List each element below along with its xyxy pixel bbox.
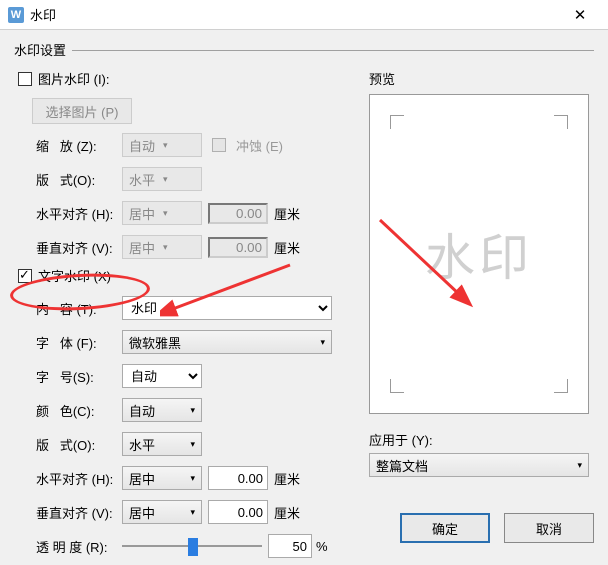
window-title: 水印 bbox=[30, 5, 560, 24]
font-label: 字 体 (F): bbox=[32, 333, 122, 352]
washout-checkbox bbox=[212, 138, 226, 152]
chevron-down-icon: ▾ bbox=[163, 242, 168, 253]
font-select[interactable]: 微软雅黑▾ bbox=[122, 330, 332, 354]
txt-valign-value[interactable] bbox=[208, 500, 268, 524]
preview-box: 水印 bbox=[369, 94, 589, 414]
unit-label: 厘米 bbox=[274, 503, 300, 522]
select-picture-button: 选择图片 (P) bbox=[32, 98, 132, 124]
chevron-down-icon: ▾ bbox=[320, 337, 325, 348]
txt-halign-label: 水平对齐 (H): bbox=[32, 469, 122, 488]
chevron-down-icon: ▾ bbox=[190, 439, 195, 450]
crop-mark-icon bbox=[390, 115, 404, 129]
picture-watermark-label: 图片水印 (I): bbox=[38, 69, 110, 88]
pic-halign-value bbox=[208, 203, 268, 224]
pic-valign-value bbox=[208, 237, 268, 258]
cancel-button[interactable]: 取消 bbox=[504, 513, 594, 543]
slider-thumb[interactable] bbox=[188, 538, 198, 556]
unit-label: 厘米 bbox=[274, 204, 300, 223]
txt-layout-label: 版 式(O): bbox=[32, 435, 122, 454]
txt-halign-value[interactable] bbox=[208, 466, 268, 490]
content-label: 内 容 (T): bbox=[32, 299, 122, 318]
size-label: 字 号(S): bbox=[32, 367, 122, 386]
txt-layout-select[interactable]: 水平▾ bbox=[122, 432, 202, 456]
txt-halign-select[interactable]: 居中▾ bbox=[122, 466, 202, 490]
close-icon[interactable]: ✕ bbox=[560, 6, 600, 24]
chevron-down-icon: ▾ bbox=[577, 460, 582, 471]
text-watermark-label: 文字水印 (X) bbox=[38, 266, 111, 285]
content-select[interactable]: 水印 bbox=[122, 296, 332, 320]
crop-mark-icon bbox=[554, 379, 568, 393]
percent-label: % bbox=[316, 539, 328, 554]
preview-label: 预览 bbox=[369, 69, 594, 88]
preview-watermark-text: 水印 bbox=[425, 218, 533, 290]
unit-label: 厘米 bbox=[274, 238, 300, 257]
pic-halign-select: 居中▾ bbox=[122, 201, 202, 225]
crop-mark-icon bbox=[554, 115, 568, 129]
size-select[interactable]: 自动 bbox=[122, 364, 202, 388]
ok-button[interactable]: 确定 bbox=[400, 513, 490, 543]
chevron-down-icon: ▾ bbox=[190, 473, 195, 484]
settings-group-label: 水印设置 bbox=[14, 40, 594, 59]
picture-watermark-checkbox[interactable] bbox=[18, 72, 32, 86]
chevron-down-icon: ▾ bbox=[163, 140, 168, 151]
color-label: 颜 色(C): bbox=[32, 401, 122, 420]
transparency-value[interactable] bbox=[268, 534, 312, 558]
pic-layout-select: 水平▾ bbox=[122, 167, 202, 191]
app-icon: W bbox=[8, 7, 24, 23]
unit-label: 厘米 bbox=[274, 469, 300, 488]
washout-label: 冲蚀 (E) bbox=[236, 136, 283, 155]
pic-valign-select: 居中▾ bbox=[122, 235, 202, 259]
crop-mark-icon bbox=[390, 379, 404, 393]
txt-valign-label: 垂直对齐 (V): bbox=[32, 503, 122, 522]
chevron-down-icon: ▾ bbox=[190, 405, 195, 416]
pic-halign-label: 水平对齐 (H): bbox=[32, 204, 122, 223]
txt-valign-select[interactable]: 居中▾ bbox=[122, 500, 202, 524]
scale-select: 自动▾ bbox=[122, 133, 202, 157]
chevron-down-icon: ▾ bbox=[190, 507, 195, 518]
chevron-down-icon: ▾ bbox=[163, 208, 168, 219]
text-watermark-checkbox[interactable] bbox=[18, 269, 32, 283]
apply-to-select[interactable]: 整篇文档▾ bbox=[369, 453, 589, 477]
apply-to-label: 应用于 (Y): bbox=[369, 430, 594, 449]
transparency-slider[interactable] bbox=[122, 536, 262, 556]
scale-label: 缩 放 (Z): bbox=[32, 136, 122, 155]
color-select[interactable]: 自动▾ bbox=[122, 398, 202, 422]
pic-valign-label: 垂直对齐 (V): bbox=[32, 238, 122, 257]
transparency-label: 透 明 度 (R): bbox=[32, 537, 122, 556]
pic-layout-label: 版 式(O): bbox=[32, 170, 122, 189]
chevron-down-icon: ▾ bbox=[163, 174, 168, 185]
